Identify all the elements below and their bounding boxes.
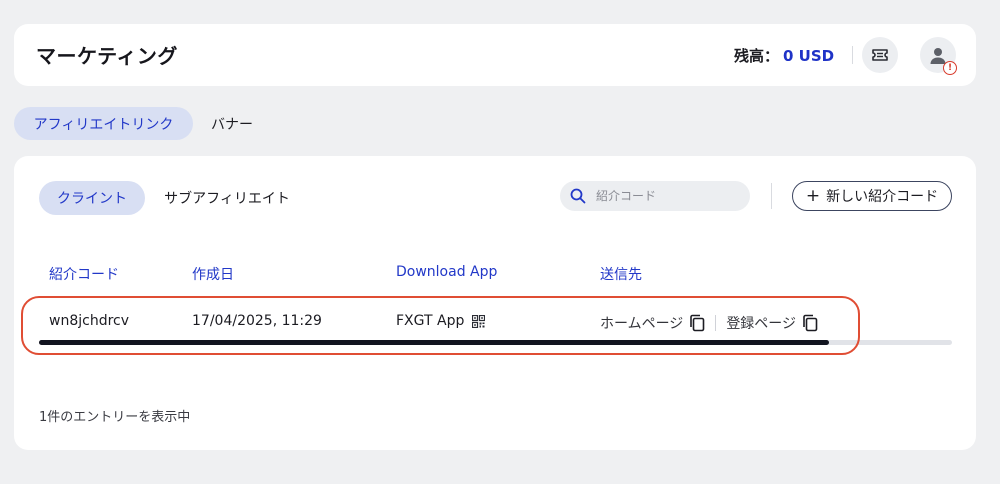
copy-icon[interactable] [802,314,818,332]
balance: 残高： 0 USD [734,45,834,66]
register-page-link[interactable]: 登録ページ [726,313,818,333]
homepage-label: ホームページ [600,316,684,332]
cell-download-app[interactable]: FXGT App [396,313,486,329]
alert-icon: ! [943,61,957,75]
homepage-link[interactable]: ホームページ [600,313,705,333]
cell-destination: ホームページ 登録ページ [600,313,818,333]
column-header-created[interactable]: 作成日 [192,264,234,284]
copy-icon[interactable] [689,314,705,332]
search-box [560,181,750,211]
qr-code-icon[interactable] [472,314,486,328]
referral-card: クライント サブアフィリエイト + 新しい紹介コード 紹介コード 作成日 Dow… [14,156,976,450]
horizontal-scrollbar[interactable] [39,340,952,345]
new-referral-code-label: 新しい紹介コード [826,189,939,205]
cell-referral-code: wn8jchdrcv [49,313,130,329]
plus-icon: + [805,185,821,206]
register-page-label: 登録ページ [726,316,797,332]
cell-created-date: 17/04/2025, 11:29 [192,313,322,329]
search-icon [570,188,586,204]
toolbar-divider [771,183,772,209]
tab-banner[interactable]: バナー [196,107,268,140]
page-title: マーケティング [36,44,178,68]
entries-count: 1件のエントリーを表示中 [39,410,191,425]
app-name: FXGT App [396,313,465,329]
destination-divider [715,315,717,331]
ticket-icon [871,48,889,62]
header-divider [852,46,853,64]
new-referral-code-button[interactable]: + 新しい紹介コード [792,181,952,211]
tab-client[interactable]: クライント [39,181,145,215]
header-bar: マーケティング 残高： 0 USD ! [14,24,976,86]
balance-label: 残高： [734,47,780,65]
column-header-app[interactable]: Download App [396,264,497,280]
search-input[interactable] [596,189,736,203]
ticket-button[interactable] [862,37,898,73]
tab-sub-affiliate[interactable]: サブアフィリエイト [154,181,300,215]
column-header-code[interactable]: 紹介コード [49,264,119,284]
tab-affiliate-link[interactable]: アフィリエイトリンク [14,107,193,140]
scrollbar-thumb[interactable] [39,340,829,345]
balance-amount: 0 USD [783,47,835,65]
column-header-destination[interactable]: 送信先 [600,264,642,284]
